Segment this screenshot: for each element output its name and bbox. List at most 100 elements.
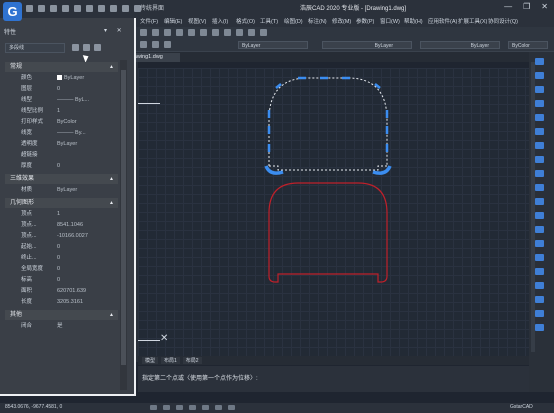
property-row[interactable]: 厚度 0: [5, 161, 118, 172]
scale-icon[interactable]: [535, 156, 544, 163]
ortho-toggle-icon[interactable]: [176, 405, 183, 410]
collapse-icon[interactable]: ▲: [109, 62, 114, 72]
layer-off-icon[interactable]: [535, 310, 544, 317]
property-value[interactable]: 是: [57, 321, 63, 332]
zoom-realtime-icon[interactable]: [152, 29, 159, 36]
property-value[interactable]: 0: [57, 275, 60, 286]
tool-palette-icon[interactable]: [212, 29, 219, 36]
offset-icon[interactable]: [535, 100, 544, 107]
layer-isolate-icon[interactable]: [535, 324, 544, 331]
maximize-button[interactable]: ❐: [523, 3, 530, 11]
property-value[interactable]: ByLayer: [57, 139, 77, 150]
property-value[interactable]: 8541.1046: [57, 220, 83, 231]
tab-layout2[interactable]: 布局2: [182, 357, 202, 364]
section-header[interactable]: 其他 ▲: [5, 310, 118, 320]
object-type-select[interactable]: 多段线: [5, 43, 65, 53]
property-row[interactable]: 顶点... 8541.1046: [5, 220, 118, 231]
linetype-combo[interactable]: ByLayer: [322, 41, 412, 49]
dimension-icon[interactable]: [535, 296, 544, 303]
workspace-selector[interactable]: 传统界面: [140, 3, 164, 12]
property-value[interactable]: 0: [57, 242, 60, 253]
edit-polyline-icon[interactable]: [535, 282, 544, 289]
property-row[interactable]: 长度 3205.3161: [5, 297, 118, 308]
property-value[interactable]: 620701.639: [57, 286, 86, 297]
property-value[interactable]: ByLayer: [57, 73, 84, 84]
menu-draw[interactable]: 绘图(D): [284, 17, 308, 25]
join-icon[interactable]: [535, 226, 544, 233]
print-icon[interactable]: [74, 4, 81, 12]
property-value[interactable]: ——— By...: [57, 128, 86, 139]
layer-icon[interactable]: [236, 29, 243, 36]
plot-preview-icon[interactable]: [122, 4, 129, 12]
redo-icon[interactable]: [98, 4, 105, 12]
menu-window[interactable]: 窗口(W): [380, 17, 404, 25]
save-icon[interactable]: [50, 4, 57, 12]
help-icon[interactable]: [260, 29, 267, 36]
property-value[interactable]: ByColor: [57, 117, 77, 128]
otrack-toggle-icon[interactable]: [215, 405, 222, 410]
save-as-icon[interactable]: [62, 4, 69, 12]
menu-applications[interactable]: 应用软件(A): [428, 17, 458, 25]
color-combo[interactable]: ByLayer: [238, 41, 308, 49]
section-header[interactable]: 常规 ▲: [5, 62, 118, 72]
select-objects-icon[interactable]: [83, 44, 90, 51]
zoom-window-icon[interactable]: [164, 29, 171, 36]
snap-toggle-icon[interactable]: [150, 405, 157, 410]
menu-express-tools[interactable]: 扩展工具(X): [458, 17, 488, 25]
property-row[interactable]: 图层 0: [5, 84, 118, 95]
move-icon[interactable]: [535, 128, 544, 135]
array-icon[interactable]: [535, 114, 544, 121]
panel-controls[interactable]: ▾ ✕: [104, 27, 126, 34]
zoom-previous-icon[interactable]: [176, 29, 183, 36]
grid-toggle-icon[interactable]: [163, 405, 170, 410]
selection-grips[interactable]: [264, 76, 392, 175]
copy-icon[interactable]: [535, 72, 544, 79]
osnap-toggle-icon[interactable]: [202, 405, 209, 410]
plot-style-combo[interactable]: ByColor: [508, 41, 548, 49]
property-row[interactable]: 标高 0: [5, 275, 118, 286]
section-header[interactable]: 几何图形 ▲: [5, 198, 118, 208]
lineweight-toggle-icon[interactable]: [228, 405, 235, 410]
rotate-icon[interactable]: [535, 142, 544, 149]
property-value[interactable]: 3205.3161: [57, 297, 83, 308]
menu-help[interactable]: 帮助(H): [404, 17, 428, 25]
menu-dimension[interactable]: 标注(N): [308, 17, 332, 25]
fillet-icon[interactable]: [535, 254, 544, 261]
menu-view[interactable]: 视图(V): [188, 17, 212, 25]
close-button[interactable]: ✕: [541, 3, 548, 11]
section-header[interactable]: 三维效果 ▲: [5, 174, 118, 184]
open-file-icon[interactable]: [38, 4, 45, 12]
properties-scroll-thumb[interactable]: [121, 70, 126, 365]
collapse-icon[interactable]: ▲: [109, 310, 114, 320]
new-file-icon[interactable]: [26, 4, 33, 12]
property-row[interactable]: 线宽 ——— By...: [5, 128, 118, 139]
menu-file[interactable]: 文件(F): [140, 17, 164, 25]
pan-icon[interactable]: [140, 29, 147, 36]
property-value[interactable]: 0: [57, 161, 60, 172]
break-icon[interactable]: [535, 212, 544, 219]
property-row[interactable]: 透明度 ByLayer: [5, 139, 118, 150]
property-row[interactable]: 面积 620701.639: [5, 286, 118, 297]
stretch-icon[interactable]: [535, 170, 544, 177]
chamfer-icon[interactable]: [535, 240, 544, 247]
property-value[interactable]: 0: [57, 84, 60, 95]
toggle-pickadd-icon[interactable]: [72, 44, 79, 51]
design-center-icon[interactable]: [200, 29, 207, 36]
property-value[interactable]: 1: [57, 209, 60, 220]
property-row[interactable]: 超链接: [5, 150, 118, 161]
layer-previous-icon[interactable]: [164, 41, 171, 48]
collapse-icon[interactable]: ▲: [109, 198, 114, 208]
layer-manager-icon[interactable]: [140, 41, 147, 48]
menu-modify[interactable]: 修改(M): [332, 17, 356, 25]
red-polyline[interactable]: [268, 182, 388, 283]
property-row[interactable]: 闭合 是: [5, 321, 118, 332]
menu-format[interactable]: 格式(O): [236, 17, 260, 25]
menu-edit[interactable]: 编辑(E): [164, 17, 188, 25]
mirror-icon[interactable]: [535, 86, 544, 93]
menu-collaboration[interactable]: 协同设计(Q): [488, 17, 518, 25]
erase-icon[interactable]: [535, 58, 544, 65]
property-row[interactable]: 打印样式 ByColor: [5, 117, 118, 128]
property-row[interactable]: 顶点... -10166.0027: [5, 231, 118, 242]
property-row[interactable]: 线型比例 1: [5, 106, 118, 117]
drawing-canvas[interactable]: [138, 68, 529, 356]
